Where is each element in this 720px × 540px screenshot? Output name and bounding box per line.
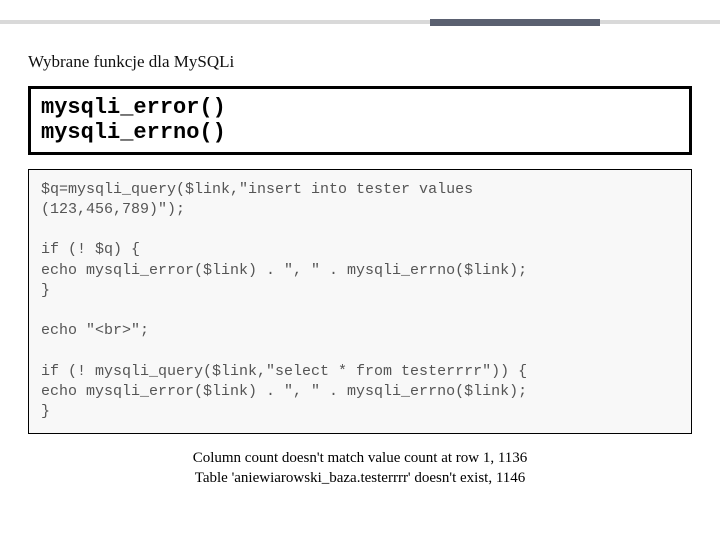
top-bar-accent	[430, 19, 600, 26]
function-name-1: mysqli_error()	[41, 95, 679, 120]
code-example-box: $q=mysqli_query($link,"insert into teste…	[28, 169, 692, 434]
slide-content: Wybrane funkcje dla MySQLi mysqli_error(…	[28, 52, 692, 488]
function-name-2: mysqli_errno()	[41, 120, 679, 145]
function-names-box: mysqli_error() mysqli_errno()	[28, 86, 692, 155]
top-bar-grey	[0, 20, 720, 24]
output-line-1: Column count doesn't match value count a…	[28, 448, 692, 468]
decorative-top-bar	[0, 20, 720, 24]
output-block: Column count doesn't match value count a…	[28, 448, 692, 489]
section-subtitle: Wybrane funkcje dla MySQLi	[28, 52, 692, 72]
output-line-2: Table 'aniewiarowski_baza.testerrrr' doe…	[28, 468, 692, 488]
